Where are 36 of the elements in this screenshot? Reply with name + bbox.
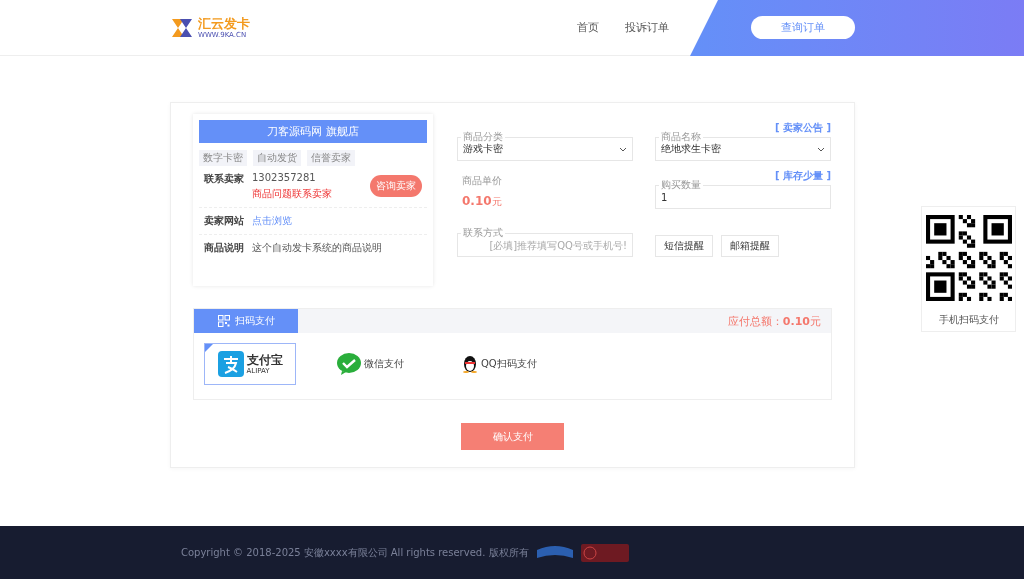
contact-input[interactable]: [必填]推荐填写QQ号或手机号!: [463, 239, 627, 251]
qr-code-icon: [217, 315, 230, 327]
nav-link[interactable]: 首页: [577, 20, 599, 35]
phone-number: 1302357281: [252, 172, 317, 183]
category-select[interactable]: 商品分类 游戏卡密: [457, 130, 633, 161]
logo-icon: [172, 18, 194, 37]
price-label: 商品单价: [462, 174, 502, 188]
tag: 数字卡密: [199, 150, 247, 166]
alipay-icon: [217, 351, 244, 377]
total-amount: 0.10: [782, 314, 810, 328]
description-text: 这个自动发卡系统的商品说明: [252, 241, 382, 255]
price-unit: 元: [491, 196, 502, 207]
security-badge-icon: [580, 543, 629, 562]
store-title: 刀客源码网 旗舰店: [199, 120, 427, 143]
website-label: 卖家网站: [204, 214, 244, 228]
copyright-text: Copyright © 2018-2025 安徽xxxx有限公司 All rights reserved. 版权所有: [181, 545, 529, 560]
penguin-icon: [462, 355, 478, 373]
chevron-down-icon: [817, 146, 825, 152]
tag: 自动发货: [253, 150, 301, 166]
reminder-toggle[interactable]: 短信提醒: [655, 235, 713, 257]
price-amount: 0.10: [462, 194, 492, 208]
qr-caption: 手机扫码支付: [938, 313, 999, 327]
nav-link[interactable]: 投诉订单: [625, 20, 669, 35]
total-unit: 元: [810, 313, 821, 329]
description-label: 商品说明: [204, 241, 244, 255]
logo-text: 汇云发卡: [198, 16, 250, 31]
payment-method[interactable]: 微信支付: [320, 343, 421, 385]
reminder-toggle[interactable]: 邮箱提醒: [721, 235, 779, 257]
contact-label: 联系卖家: [204, 172, 244, 186]
scan-pay-label: 扫码支付: [234, 314, 275, 328]
chevron-down-icon: [619, 146, 627, 152]
contact-note: 商品问题联系卖家: [252, 187, 333, 201]
total-label: 应付总额：: [727, 313, 783, 329]
tag: 信誉卖家: [307, 150, 355, 166]
chat-bubble-check-icon: [337, 353, 361, 375]
payment-method[interactable]: QQ扫码支付: [445, 343, 554, 385]
